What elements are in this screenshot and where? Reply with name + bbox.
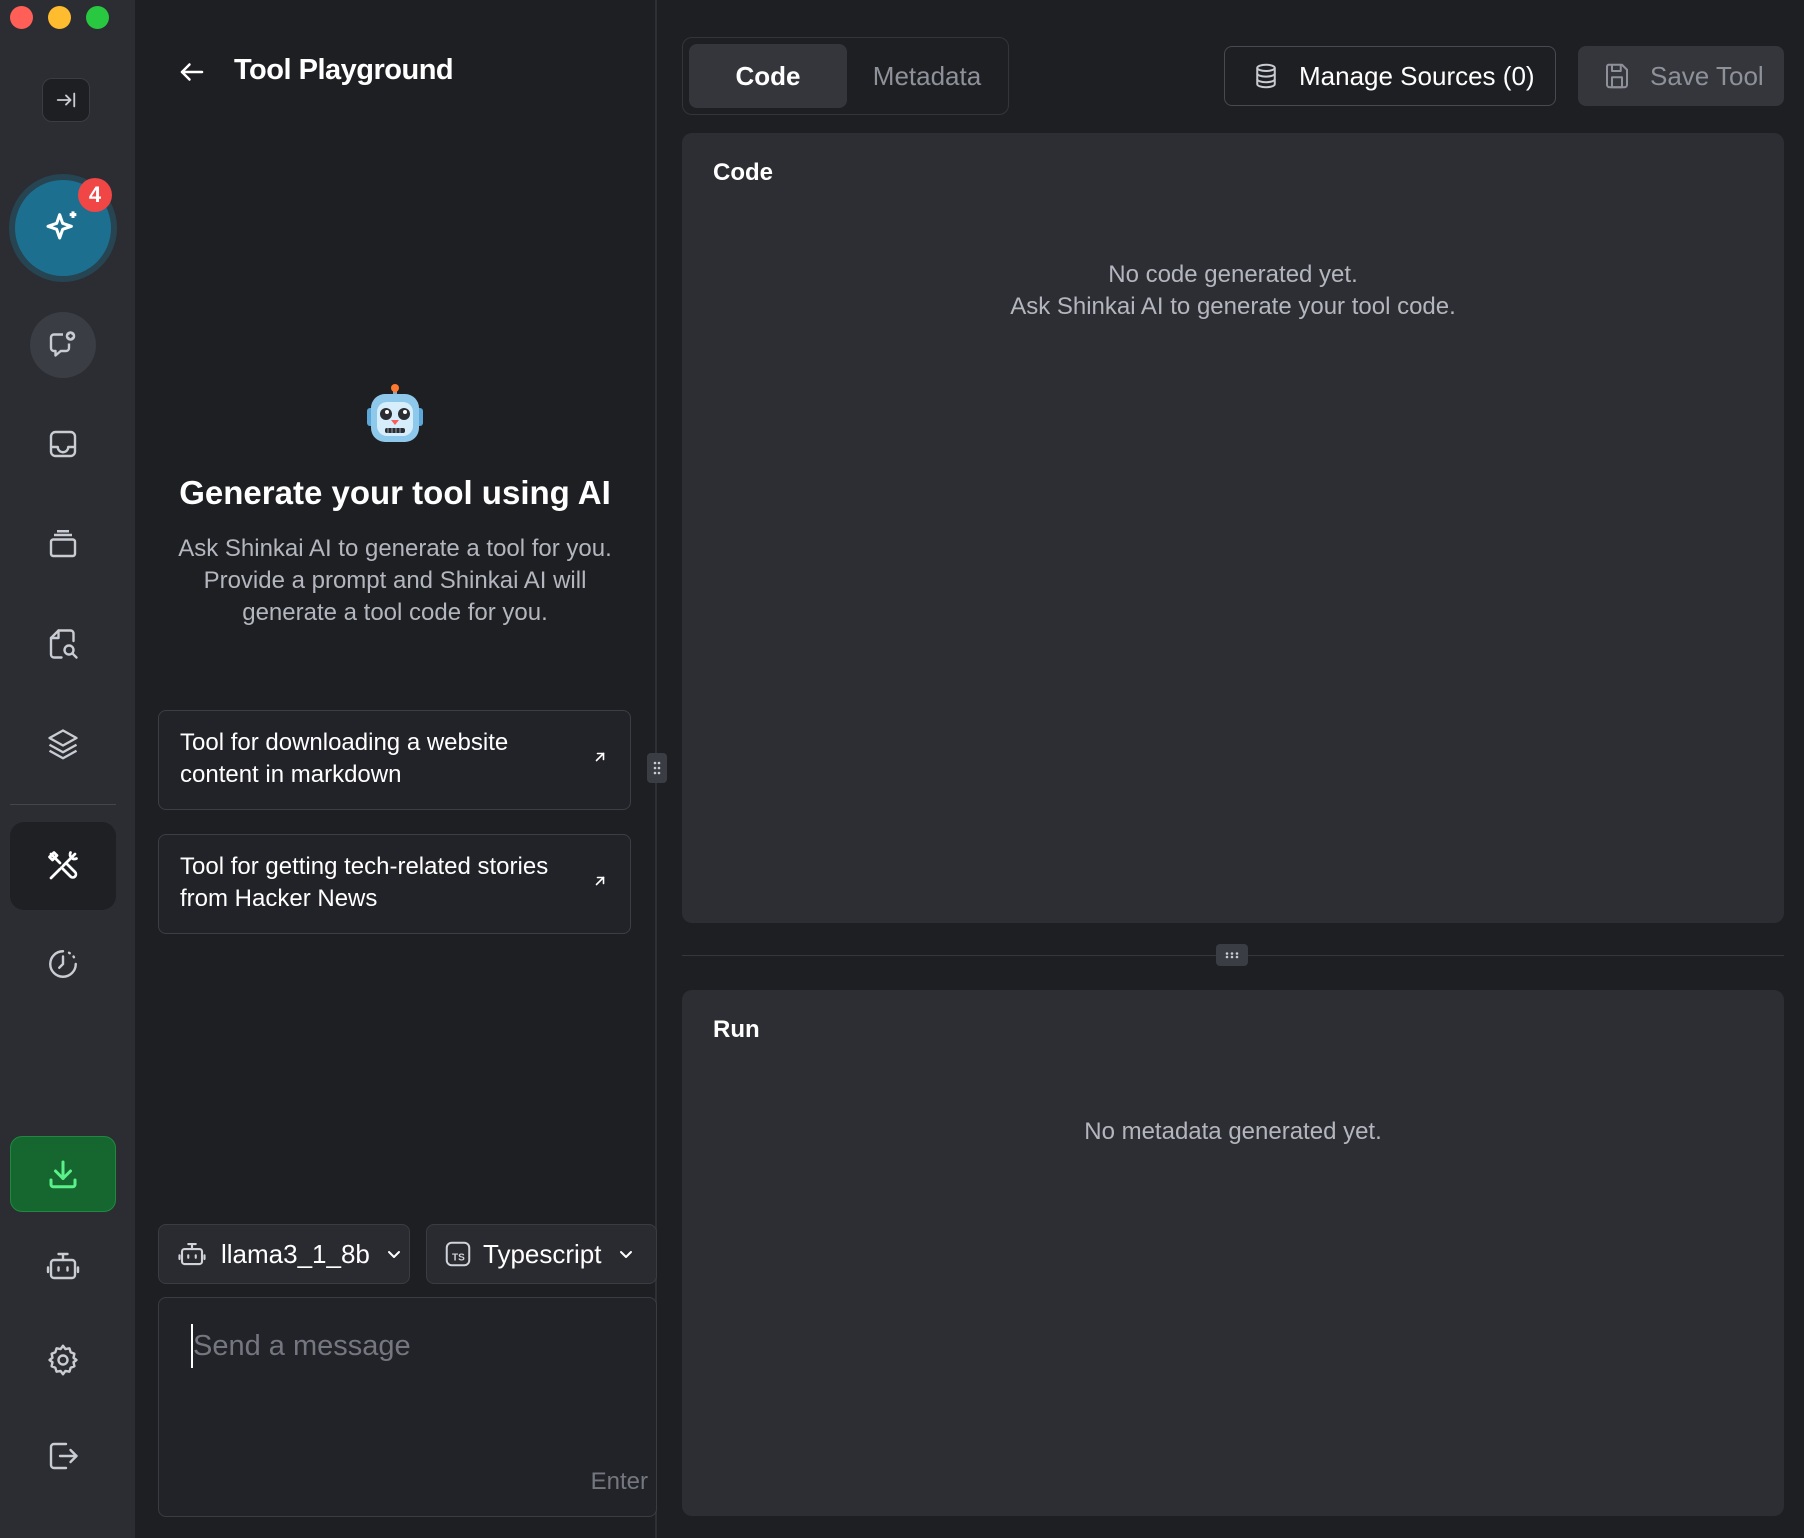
run-panel-title: Run [713,1016,760,1043]
sidebar-item-new-chat[interactable] [30,312,96,378]
code-panel: Code No code generated yet. Ask Shinkai … [682,133,1784,923]
suggestion-card[interactable]: Tool for getting tech-related stories fr… [158,834,631,934]
bot-icon [46,1252,80,1280]
tools-icon [48,851,78,880]
manage-sources-button[interactable]: Manage Sources (0) [1224,46,1556,106]
arrow-up-right-icon [595,876,605,886]
sidebar-item-layers[interactable] [30,714,96,774]
save-icon [1605,63,1628,89]
clock-icon [49,950,77,978]
back-button[interactable] [172,54,212,90]
inbox-icon [49,430,77,458]
typescript-icon: TS [445,1241,471,1267]
sidebar-item-file-search[interactable] [30,614,96,674]
language-select-value: Typescript [483,1238,602,1269]
expand-sidebar-button[interactable] [42,78,90,122]
tab-bar: Code Metadata [682,37,1009,115]
tab-metadata[interactable]: Metadata [851,44,1003,108]
chevron-down-icon [619,1251,632,1258]
gear-icon [48,1344,78,1376]
sidebar-divider [10,804,116,805]
window-controls [10,6,109,29]
sidebar-item-inbox[interactable] [30,414,96,474]
enter-hint: Enter [590,1468,648,1495]
manage-sources-label: Manage Sources (0) [1299,60,1535,91]
run-empty-message: No metadata generated yet. [1084,1118,1382,1145]
horizontal-resize-handle[interactable] [1216,944,1248,966]
message-input[interactable] [191,1324,631,1368]
file-search-icon [49,629,78,659]
sidebar-item-settings[interactable] [30,1330,96,1390]
model-select[interactable]: llama3_1_8b [158,1224,410,1284]
vertical-resize-handle[interactable] [647,753,667,783]
database-icon [1256,63,1276,89]
arrow-up-right-icon [595,752,605,762]
save-tool-button[interactable]: Save Tool [1578,46,1784,106]
empty-state-title: Generate your tool using AI [179,474,611,511]
message-composer: Enter [158,1297,657,1517]
sidebar-item-logout[interactable] [30,1426,96,1486]
chat-plus-icon [49,331,76,357]
grip-vertical-icon [653,761,661,775]
download-button[interactable] [10,1136,116,1212]
sidebar-item-workspace[interactable] [30,514,96,574]
empty-state-description: Ask Shinkai AI to generate a tool for yo… [178,535,612,626]
code-panel-title: Code [713,159,773,186]
model-select-value: llama3_1_8b [221,1238,370,1269]
logout-icon [49,1442,78,1470]
download-icon [49,1160,77,1189]
minimize-window-button[interactable] [48,6,71,29]
stacked-cards-icon [49,530,77,558]
chevron-down-icon [387,1251,400,1258]
code-empty-message: No code generated yet. Ask Shinkai AI to… [682,259,1784,323]
save-tool-label: Save Tool [1650,60,1764,91]
robot-emoji-icon [367,384,423,442]
arrow-left-icon [180,63,204,81]
sidebar-item-tools[interactable] [10,822,116,910]
layers-icon [48,729,78,760]
grip-horizontal-icon [1225,952,1239,959]
sidebar-item-scheduled[interactable] [30,934,96,994]
run-panel: Run No metadata generated yet. [682,990,1784,1516]
sidebar-item-agents[interactable] [30,1236,96,1296]
suggestion-label: Tool for getting tech-related stories fr… [180,853,549,912]
arrow-right-to-line-icon [56,92,76,108]
sidebar: 4 [0,0,135,1538]
maximize-window-button[interactable] [86,6,109,29]
suggestion-card[interactable]: Tool for downloading a website content i… [158,710,631,810]
language-select[interactable]: TS Typescript [426,1224,657,1284]
bot-icon [178,1242,206,1266]
close-window-button[interactable] [10,6,33,29]
app-window: 4 Tool Playground Generate your tool usi… [0,0,1804,1538]
svg-text:TS: TS [452,1252,465,1263]
suggestion-label: Tool for downloading a website content i… [180,729,509,788]
code-empty-line: Ask Shinkai AI to generate your tool cod… [1010,293,1456,320]
code-empty-line: No code generated yet. [1108,261,1358,288]
sparkles-icon [46,211,77,240]
page-title: Tool Playground [234,54,454,86]
tab-code[interactable]: Code [689,44,847,108]
notification-badge: 4 [78,178,112,212]
